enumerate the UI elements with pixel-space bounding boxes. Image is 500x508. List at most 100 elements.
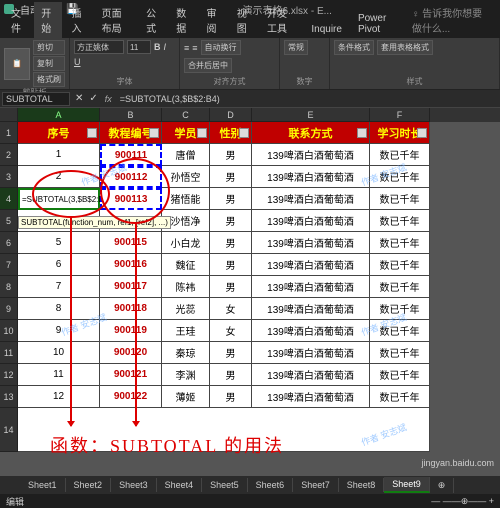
filter-icon[interactable] — [417, 128, 427, 138]
row-header[interactable]: 6 — [0, 232, 18, 254]
table-header-cell[interactable]: 教程编号 — [100, 122, 162, 144]
cell[interactable]: 男 — [210, 144, 252, 166]
filter-icon[interactable] — [357, 128, 367, 138]
ribbon-tab[interactable]: 开发工具 — [260, 2, 302, 38]
cell[interactable]: 数已千年 — [370, 210, 430, 232]
row-header[interactable]: 7 — [0, 254, 18, 276]
cell[interactable]: 139啤酒白酒葡萄酒 — [252, 342, 370, 364]
cell[interactable]: 139啤酒白酒葡萄酒 — [252, 276, 370, 298]
cell[interactable]: 女 — [210, 298, 252, 320]
cell[interactable]: 男 — [210, 276, 252, 298]
ribbon-tab[interactable]: 数据 — [169, 2, 197, 38]
cut-button[interactable]: 剪切 — [33, 40, 65, 55]
cell[interactable]: 王珪 — [162, 320, 210, 342]
cell[interactable]: 光蕊 — [162, 298, 210, 320]
cell[interactable]: 900113 — [100, 188, 162, 210]
cell[interactable]: 秦琼 — [162, 342, 210, 364]
cell[interactable]: 7 — [18, 276, 100, 298]
cell[interactable]: 男 — [210, 210, 252, 232]
cell[interactable]: 数已千年 — [370, 342, 430, 364]
cell[interactable]: 猪悟能 — [162, 188, 210, 210]
cell[interactable]: 139啤酒白酒葡萄酒 — [252, 210, 370, 232]
ribbon-tab[interactable]: 页面布局 — [95, 2, 137, 38]
cell[interactable]: 男 — [210, 254, 252, 276]
row-header[interactable]: 13 — [0, 386, 18, 408]
ribbon-tab[interactable]: 公式 — [139, 2, 167, 38]
table-header-cell[interactable]: 学习时长 — [370, 122, 430, 144]
bold-button[interactable]: B — [154, 42, 161, 52]
cell[interactable]: 薄姬 — [162, 386, 210, 408]
add-sheet-button[interactable]: ⊕ — [430, 478, 455, 493]
cell[interactable]: 孙悟空 — [162, 166, 210, 188]
cell[interactable]: 900117 — [100, 276, 162, 298]
cell[interactable]: 陈袆 — [162, 276, 210, 298]
cell[interactable]: 139啤酒白酒葡萄酒 — [252, 386, 370, 408]
cell[interactable]: 李渊 — [162, 364, 210, 386]
cell[interactable]: 数已千年 — [370, 386, 430, 408]
ribbon-tab[interactable]: 文件 — [4, 2, 32, 38]
cell[interactable]: 男 — [210, 188, 252, 210]
align-left-icon[interactable]: ≡ — [184, 43, 189, 53]
row-header[interactable]: 2 — [0, 144, 18, 166]
tell-me-search[interactable]: ♀ 告诉我你想要做什么... — [405, 2, 496, 38]
table-header-cell[interactable]: 联系方式 — [252, 122, 370, 144]
cell[interactable]: 6 — [18, 254, 100, 276]
active-cell[interactable]: =SUBTOTAL(3,$B$2:B4) — [18, 188, 100, 210]
cell[interactable]: 139啤酒白酒葡萄酒 — [252, 320, 370, 342]
sheet-tab[interactable]: Sheet5 — [202, 478, 248, 492]
sheet-tab[interactable]: Sheet2 — [66, 478, 112, 492]
number-format-select[interactable]: 常规 — [284, 40, 308, 55]
cell[interactable]: 魏征 — [162, 254, 210, 276]
italic-button[interactable]: I — [164, 42, 167, 52]
row-header[interactable]: 12 — [0, 364, 18, 386]
cell[interactable]: 数已千年 — [370, 364, 430, 386]
filter-icon[interactable] — [239, 128, 249, 138]
cell[interactable]: 数已千年 — [370, 254, 430, 276]
table-header-cell[interactable]: 学员 — [162, 122, 210, 144]
row-header[interactable]: 11 — [0, 342, 18, 364]
cell[interactable]: 女 — [210, 320, 252, 342]
cell[interactable]: 900119 — [100, 320, 162, 342]
conditional-format-button[interactable]: 条件格式 — [334, 40, 374, 55]
cell[interactable]: 12 — [18, 386, 100, 408]
filter-icon[interactable] — [197, 128, 207, 138]
sheet-tab[interactable]: Sheet3 — [111, 478, 157, 492]
sheet-tab[interactable]: Sheet7 — [293, 478, 339, 492]
cell[interactable]: 139啤酒白酒葡萄酒 — [252, 298, 370, 320]
column-header[interactable]: A — [18, 108, 100, 122]
cell[interactable]: 5 — [18, 232, 100, 254]
ribbon-tab[interactable]: 插入 — [64, 2, 92, 38]
row-header[interactable]: 9 — [0, 298, 18, 320]
column-header[interactable]: B — [100, 108, 162, 122]
table-header-cell[interactable]: 序号 — [18, 122, 100, 144]
cell[interactable]: 900120 — [100, 342, 162, 364]
merge-center-button[interactable]: 合并后居中 — [184, 58, 232, 73]
table-header-cell[interactable]: 性别 — [210, 122, 252, 144]
cell[interactable]: 数已千年 — [370, 232, 430, 254]
cell[interactable]: 数已千年 — [370, 276, 430, 298]
cell[interactable]: 11 — [18, 364, 100, 386]
column-header[interactable]: D — [210, 108, 252, 122]
enter-icon[interactable]: ✓ — [86, 93, 100, 104]
cell[interactable]: 139啤酒白酒葡萄酒 — [252, 144, 370, 166]
cell[interactable]: 900122 — [100, 386, 162, 408]
cell[interactable]: 900116 — [100, 254, 162, 276]
cell[interactable]: 小白龙 — [162, 232, 210, 254]
cell[interactable]: 139啤酒白酒葡萄酒 — [252, 188, 370, 210]
ribbon-tab[interactable]: 视图 — [230, 2, 258, 38]
ribbon-tab[interactable]: Inquire — [304, 21, 349, 38]
filter-icon[interactable] — [87, 128, 97, 138]
ribbon-tab[interactable]: 审阅 — [200, 2, 228, 38]
table-format-button[interactable]: 套用表格格式 — [377, 40, 433, 55]
cell[interactable]: 139啤酒白酒葡萄酒 — [252, 232, 370, 254]
row-header[interactable]: 8 — [0, 276, 18, 298]
sheet-tab[interactable]: Sheet4 — [157, 478, 203, 492]
underline-button[interactable]: U — [74, 57, 81, 67]
cell[interactable]: 男 — [210, 232, 252, 254]
column-header[interactable]: E — [252, 108, 370, 122]
sheet-tab[interactable]: Sheet8 — [339, 478, 385, 492]
cell[interactable]: 1 — [18, 144, 100, 166]
cell[interactable]: 900111 — [100, 144, 162, 166]
cell[interactable]: 男 — [210, 166, 252, 188]
ribbon-tab[interactable]: 开始 — [34, 2, 62, 38]
